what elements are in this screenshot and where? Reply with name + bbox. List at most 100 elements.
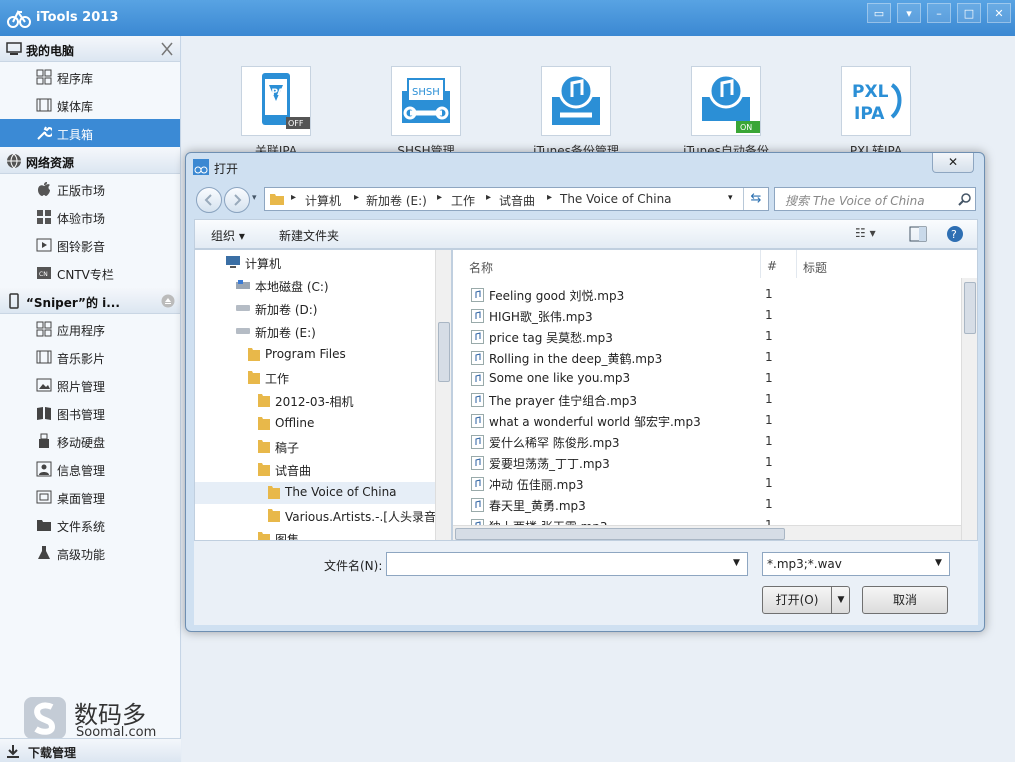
breadcrumb-separator[interactable]: ▸ (486, 192, 491, 203)
tree-scroll-thumb[interactable] (438, 322, 450, 382)
tool-itunes-backup[interactable] (541, 66, 611, 136)
sidebar-item-ringtones-video[interactable]: 图铃影音 (0, 231, 180, 259)
refresh-icon[interactable]: ⇆ (743, 188, 768, 210)
column-name[interactable]: 名称 (463, 250, 761, 278)
skin-icon[interactable]: ▾ (897, 3, 921, 23)
sidebar-item-music-video[interactable]: 音乐影片 (0, 343, 180, 371)
breadcrumb-voice-of-china[interactable]: The Voice of China (560, 192, 672, 206)
sidebar-item-media-library[interactable]: 媒体库 (0, 91, 180, 119)
sidebar-item-filesystem[interactable]: 文件系统 (0, 511, 180, 539)
open-file-dialog: 打开 ✕ ▾ ▸ 计算机 ▸ 新加卷 (E:) ▸ 工作 ▸ 试音曲 ▸ The… (185, 152, 985, 632)
dialog-close-button[interactable]: ✕ (932, 153, 974, 173)
tool-shsh[interactable]: SHSH (391, 66, 461, 136)
open-split-dropdown-icon[interactable]: ▼ (831, 587, 850, 613)
file-row[interactable]: 冲动 伍佳丽.mp3 1 (471, 473, 951, 494)
column-title[interactable]: 标题 (797, 250, 961, 278)
sidebar-item-official-market[interactable]: 正版市场 (0, 175, 180, 203)
sidebar-item-app-library[interactable]: 程序库 (0, 63, 180, 91)
filename-dropdown-icon[interactable]: ▼ (733, 558, 740, 568)
svg-text:?: ? (951, 228, 957, 241)
list-horizontal-scrollbar[interactable] (453, 525, 961, 540)
file-row[interactable]: price tag 吴莫愁.mp3 1 (471, 326, 951, 347)
contact-icon (36, 461, 52, 477)
scissors-icon[interactable] (160, 41, 174, 57)
minimize-icon[interactable]: – (927, 3, 951, 23)
file-row[interactable]: 爱什么稀罕 陈俊彤.mp3 1 (471, 431, 951, 452)
breadcrumb-separator[interactable]: ▸ (547, 192, 552, 203)
sidebar-item-mobile-disk[interactable]: 移动硬盘 (0, 427, 180, 455)
sidebar-item-label: 图铃影音 (57, 240, 106, 254)
column-number[interactable]: # (761, 250, 797, 278)
back-button[interactable] (196, 187, 222, 213)
preview-pane-icon[interactable] (909, 226, 927, 242)
file-row[interactable]: Rolling in the deep_黄鹤.mp3 1 (471, 347, 951, 368)
filetype-dropdown-icon[interactable]: ▼ (935, 558, 942, 568)
section-my-computer[interactable]: 我的电脑 (0, 36, 180, 62)
breadcrumb-drive-e[interactable]: 新加卷 (E:) (366, 192, 427, 209)
sidebar-item-advanced[interactable]: 高级功能 (0, 539, 180, 567)
sidebar-item-toolbox[interactable]: 工具箱 (0, 119, 180, 147)
soomal-watermark: 数码多 Soomal.com (22, 695, 172, 743)
sidebar-item-desktop[interactable]: 桌面管理 (0, 483, 180, 511)
sidebar-item-cntv[interactable]: CN CNTV专栏 (0, 259, 180, 287)
feedback-icon[interactable]: ▭ (867, 3, 891, 23)
tree-item-label: 新加卷 (E:) (255, 326, 316, 340)
file-number: 1 (765, 287, 773, 301)
sidebar-item-books[interactable]: 图书管理 (0, 399, 180, 427)
file-row[interactable]: Feeling good 刘悦.mp3 1 (471, 284, 951, 305)
cancel-button[interactable]: 取消 (862, 586, 948, 614)
breadcrumb-test-songs[interactable]: 试音曲 (499, 192, 535, 209)
address-bar[interactable]: ▸ 计算机 ▸ 新加卷 (E:) ▸ 工作 ▸ 试音曲 ▸ The Voice … (264, 187, 769, 211)
tree-item-voice-of-china[interactable]: The Voice of China (195, 482, 435, 504)
sidebar-item-trial-market[interactable]: 体验市场 (0, 203, 180, 231)
file-row[interactable]: The prayer 佳宁组合.mp3 1 (471, 389, 951, 410)
new-folder-button[interactable]: 新建文件夹 (279, 227, 339, 244)
list-vertical-scrollbar[interactable] (961, 278, 977, 540)
sidebar-item-label: 正版市场 (57, 184, 106, 198)
eject-icon[interactable] (161, 294, 175, 308)
search-box[interactable]: 搜索 The Voice of China (774, 187, 976, 211)
forward-button[interactable] (224, 187, 250, 213)
breadcrumb-separator[interactable]: ▸ (354, 192, 359, 203)
breadcrumb-separator[interactable]: ▸ (291, 192, 296, 203)
list-scroll-thumb[interactable] (964, 282, 976, 334)
grid-icon (36, 321, 52, 337)
file-row[interactable]: Some one like you.mp3 1 (471, 368, 951, 389)
tree-scrollbar[interactable] (435, 250, 451, 540)
search-icon[interactable] (958, 192, 972, 206)
computer-icon (226, 256, 240, 268)
file-row[interactable]: what a wonderful world 邹宏宇.mp3 1 (471, 410, 951, 431)
filename-input[interactable]: ▼ (386, 552, 748, 576)
breadcrumb-work[interactable]: 工作 (451, 192, 475, 209)
file-row[interactable]: 春天里_黄勇.mp3 1 (471, 494, 951, 515)
search-placeholder: 搜索 The Voice of China (785, 194, 925, 208)
help-icon[interactable]: ? (946, 225, 964, 243)
file-row[interactable]: HIGH歌_张伟.mp3 1 (471, 305, 951, 326)
section-network-resources[interactable]: 网络资源 (0, 148, 180, 174)
dialog-title: 打开 (214, 162, 239, 176)
breadcrumb-computer[interactable]: 计算机 (305, 192, 341, 209)
open-button[interactable]: 打开(O) ▼ (762, 586, 850, 614)
sidebar-item-photos[interactable]: 照片管理 (0, 371, 180, 399)
list-hscroll-thumb[interactable] (455, 528, 785, 540)
organize-button[interactable]: 组织 ▾ (211, 227, 245, 244)
sidebar-item-info[interactable]: 信息管理 (0, 455, 180, 483)
dialog-app-icon (193, 159, 209, 175)
maximize-icon[interactable]: □ (957, 3, 981, 23)
close-icon[interactable]: ✕ (987, 3, 1011, 23)
filetype-select[interactable]: *.mp3;*.wav ▼ (762, 552, 950, 576)
address-dropdown-icon[interactable]: ▾ (728, 193, 733, 203)
tool-itunes-auto-backup[interactable]: ON (691, 66, 761, 136)
file-name: 春天里_黄勇.mp3 (489, 499, 586, 513)
tool-pxl-to-ipa[interactable]: PXL IPA (841, 66, 911, 136)
section-device[interactable]: “Sniper”的 i... (0, 288, 180, 314)
file-row[interactable]: 爱要坦荡荡_丁丁.mp3 1 (471, 452, 951, 473)
view-options-icon[interactable]: ☷ ▾ (855, 226, 876, 240)
breadcrumb-separator[interactable]: ▸ (437, 192, 442, 203)
folder-icon (258, 440, 270, 453)
history-dropdown-icon[interactable]: ▾ (252, 193, 257, 203)
tool-associate-ipa[interactable]: IPA OFF (241, 66, 311, 136)
tree-item-label: 新加卷 (D:) (255, 303, 318, 317)
sidebar-item-apps[interactable]: 应用程序 (0, 315, 180, 343)
download-manager-bar[interactable]: 下载管理 (0, 738, 181, 762)
